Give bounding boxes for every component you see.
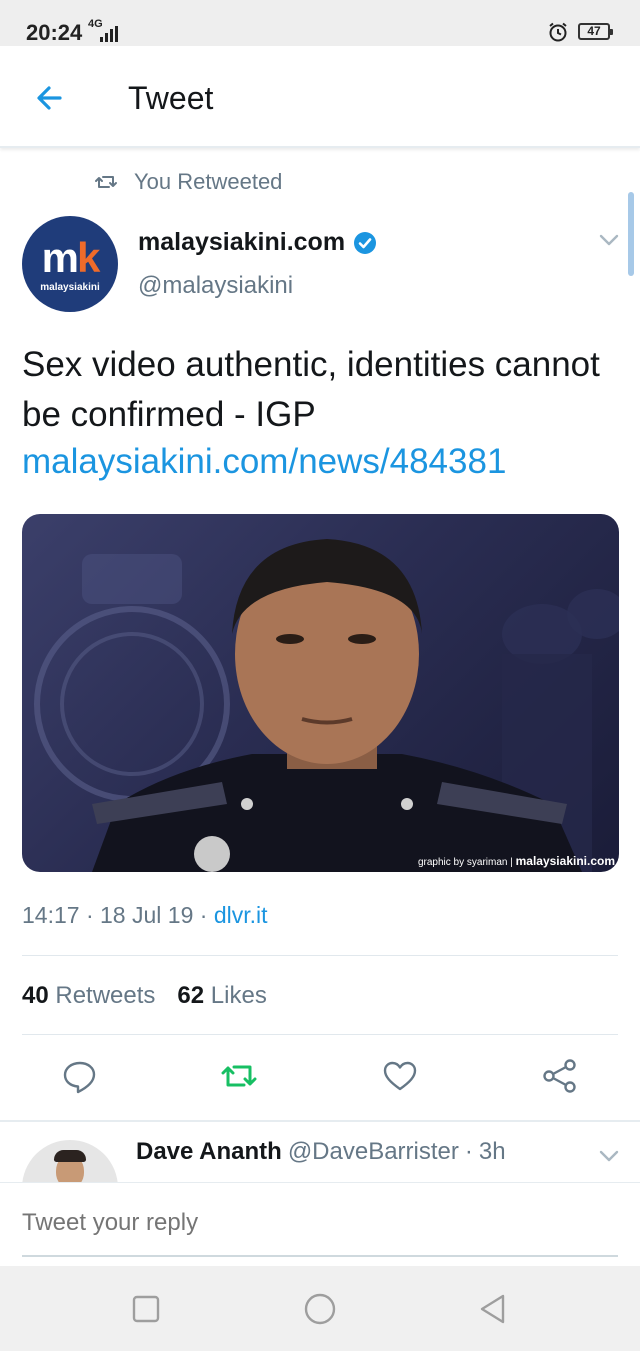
tweet-link[interactable]: malaysiakini.com/news/484381 — [22, 440, 506, 484]
avatar-subtitle: malaysiakini — [40, 282, 100, 293]
share-icon[interactable] — [540, 1056, 580, 1096]
reply-age: 3h — [478, 1138, 506, 1165]
reply-author-name: Dave Ananth — [136, 1138, 282, 1165]
verified-icon — [354, 231, 377, 254]
signal-icon — [100, 26, 118, 42]
retweets-label: Retweets — [55, 982, 156, 1009]
recents-icon[interactable] — [129, 1292, 163, 1326]
retweet-context: You Retweeted — [94, 168, 282, 196]
battery-icon: 47 — [578, 23, 613, 40]
media-credit-prefix: graphic by syariman | — [417, 857, 516, 868]
retweet-icon[interactable] — [219, 1056, 259, 1096]
tweet-media-image[interactable]: graphic by syariman | malaysiakini.com — [22, 514, 619, 872]
reply-separator: · — [464, 1138, 473, 1165]
composer-underline — [22, 1255, 618, 1257]
media-credit-brand: malaysiakini.com — [515, 854, 615, 868]
tweet-timestamp: 14:17 · 18 Jul 19 · dlvr.it — [22, 902, 268, 929]
tweet-source-link[interactable]: dlvr.it — [214, 902, 268, 928]
reply-header[interactable]: Dave Ananth @DaveBarrister · 3h — [136, 1138, 506, 1166]
meta-separator: · — [199, 902, 208, 928]
home-icon[interactable] — [303, 1292, 337, 1326]
status-bar: 20:24 4G 47 — [0, 0, 640, 46]
avatar-logo-m: m — [41, 234, 79, 281]
tweet-text: Sex video authentic, identities cannot b… — [22, 345, 600, 434]
scrollbar[interactable] — [628, 192, 634, 276]
battery-level: 47 — [587, 24, 601, 38]
reply-composer — [0, 1182, 640, 1266]
meta-separator: · — [85, 902, 94, 928]
media-credit: graphic by syariman | malaysiakini.com — [418, 854, 615, 868]
back-icon[interactable] — [476, 1292, 510, 1326]
likes-label: Likes — [210, 982, 267, 1009]
alarm-icon — [549, 22, 567, 42]
action-bar — [0, 1056, 640, 1100]
arrow-left-icon[interactable] — [30, 78, 70, 118]
divider — [22, 955, 618, 956]
divider — [22, 1034, 618, 1035]
avatar-logo: mk — [22, 234, 118, 282]
reply-icon[interactable] — [60, 1056, 100, 1096]
reply-avatar-hair — [54, 1150, 86, 1162]
section-separator — [0, 1120, 640, 1122]
avatar[interactable]: mk malaysiakini — [22, 216, 118, 312]
retweet-small-icon — [95, 176, 117, 188]
avatar-logo-k: k — [77, 234, 100, 281]
media-illustration — [34, 539, 619, 872]
author-name: malaysiakini.com — [138, 228, 346, 256]
page-title: Tweet — [128, 80, 214, 116]
status-time: 20:24 — [26, 20, 83, 45]
retweets-count: 40 — [22, 982, 49, 1009]
system-nav-bar — [0, 1266, 640, 1351]
likes-count: 62 — [177, 982, 205, 1009]
chevron-down-icon[interactable] — [598, 1148, 620, 1164]
retweets-stat[interactable]: 40 Retweets — [22, 982, 155, 1010]
retweet-context-label: You Retweeted — [134, 169, 283, 194]
author-name-row[interactable]: malaysiakini.com — [138, 228, 377, 257]
like-icon[interactable] — [380, 1056, 420, 1096]
tweet-date: 18 Jul 19 — [100, 902, 194, 928]
reply-input[interactable] — [22, 1209, 618, 1237]
chevron-down-icon[interactable] — [598, 232, 620, 248]
reply-author-handle: @DaveBarrister — [287, 1138, 459, 1165]
app-bar: Tweet — [0, 46, 640, 148]
tweet-time: 14:17 — [22, 902, 80, 928]
likes-stat[interactable]: 62 Likes — [177, 982, 266, 1010]
author-handle[interactable]: @malaysiakini — [138, 272, 293, 300]
tweet-stats: 40 Retweets 62 Likes — [22, 982, 267, 1010]
